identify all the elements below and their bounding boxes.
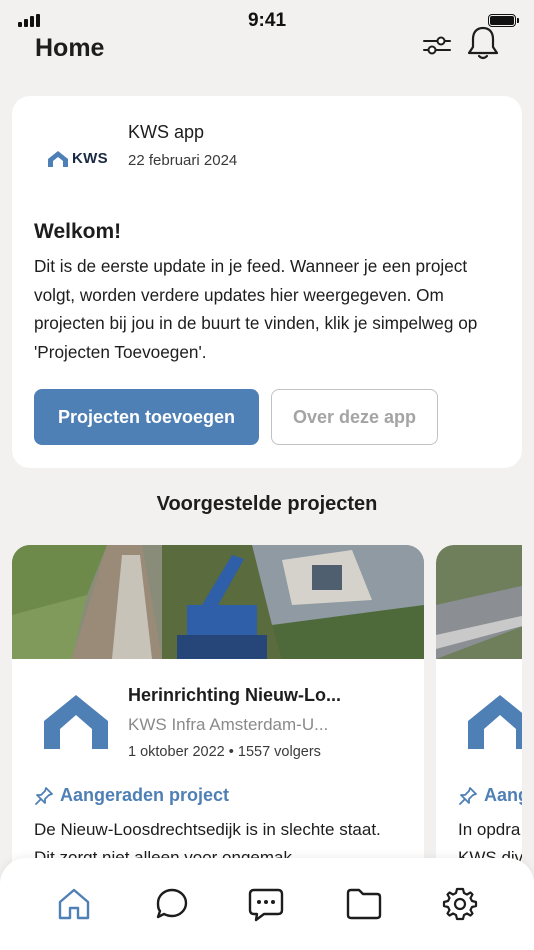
messages-icon	[248, 888, 284, 922]
tab-home[interactable]	[54, 884, 94, 924]
chat-bubble-icon	[156, 888, 188, 919]
gear-icon	[442, 887, 478, 921]
kws-logo: KWS	[48, 150, 108, 167]
folder-icon	[346, 888, 382, 920]
pin-icon	[35, 786, 53, 805]
project-org: KWS Infra Amsterdam-U...	[128, 715, 329, 734]
tab-settings[interactable]	[440, 884, 480, 924]
project-org-logo	[44, 695, 108, 754]
project-card[interactable]: Aang In opdra KWS div	[436, 545, 522, 875]
project-name: Herinrichting Nieuw-Lo...	[128, 685, 342, 705]
project-org-logo	[468, 695, 522, 754]
feed-date: 22 februari 2024	[128, 152, 238, 169]
tab-folder[interactable]	[344, 884, 384, 924]
pin-icon	[459, 786, 477, 805]
project-tag-label: Aangeraden project	[60, 785, 230, 805]
project-tag: Aang	[458, 785, 522, 806]
project-photo	[12, 545, 424, 659]
suggested-projects-carousel[interactable]: Herinrichting Nieuw-Lo... KWS Infra Amst…	[0, 545, 522, 875]
project-photo	[436, 545, 522, 659]
project-tag-label: Aang	[484, 785, 522, 805]
kws-logo-text: KWS	[72, 150, 108, 167]
about-app-button[interactable]: Over deze app	[271, 389, 438, 445]
filter-icon[interactable]	[421, 30, 453, 62]
project-tag: Aangeraden project	[34, 785, 229, 806]
welcome-feed-card: KWS KWS app 22 februari 2024 Welkom! Dit…	[12, 96, 522, 468]
feed-body: Dit is de eerste update in je feed. Wann…	[34, 256, 478, 362]
home-icon	[58, 888, 90, 920]
page-title: Home	[35, 34, 105, 62]
tab-messages[interactable]	[246, 884, 286, 924]
tab-bar	[0, 858, 534, 950]
tab-chat[interactable]	[152, 884, 192, 924]
add-projects-button[interactable]: Projecten toevoegen	[34, 389, 259, 445]
status-time: 9:41	[247, 10, 287, 31]
kws-logo-icon	[48, 150, 68, 167]
feed-title: Welkom!	[34, 220, 122, 243]
suggested-projects-title: Voorgestelde projecten	[156, 493, 378, 515]
feed-source: KWS app	[128, 122, 205, 142]
bell-icon[interactable]	[466, 24, 499, 60]
header: Home	[0, 26, 534, 74]
project-meta: 1 oktober 2022 • 1557 volgers	[128, 744, 321, 760]
project-card[interactable]: Herinrichting Nieuw-Lo... KWS Infra Amst…	[12, 545, 424, 875]
